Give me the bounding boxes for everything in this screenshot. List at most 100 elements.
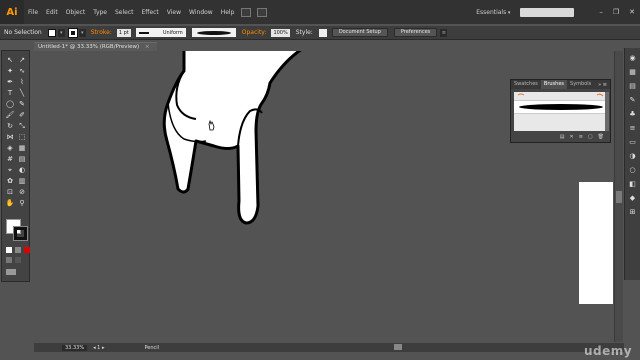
current-tool-status[interactable]: Pencil (144, 345, 159, 351)
magic-wand-tool-icon[interactable]: ✦ (5, 67, 15, 76)
blob-brush-tool-icon[interactable]: ✐ (17, 111, 27, 120)
fill-dropdown-icon[interactable]: ▾ (57, 28, 65, 37)
stroke-swatch[interactable] (67, 27, 78, 38)
transparency-panel-icon[interactable]: ◑ (628, 152, 638, 160)
graphic-styles-icon[interactable]: ◧ (628, 180, 638, 188)
menu-file[interactable]: File (24, 9, 42, 16)
fill-stroke-widget[interactable] (6, 219, 28, 241)
preferences-button[interactable]: Preferences (393, 28, 438, 37)
menu-object[interactable]: Object (62, 9, 90, 16)
mesh-tool-icon[interactable]: # (5, 155, 15, 164)
opacity-label[interactable]: Opacity: (239, 29, 270, 36)
layers-panel-icon[interactable]: ◆ (628, 194, 638, 202)
list-item[interactable] (514, 92, 607, 100)
delete-brush-icon[interactable]: 🗑 (598, 134, 604, 140)
free-transform-tool-icon[interactable]: ⬚ (17, 133, 27, 142)
symbols-panel-icon[interactable]: ♣ (628, 110, 638, 118)
help-search-input[interactable] (520, 7, 575, 17)
remove-stroke-icon[interactable]: ✕ (570, 134, 574, 140)
workspace-switcher[interactable]: Essentials (476, 9, 510, 16)
menu-select[interactable]: Select (111, 9, 138, 16)
document-tab[interactable]: Untitled-1* @ 33.33% (RGB/Preview) × (34, 42, 158, 51)
vertical-scrollbar[interactable] (614, 51, 623, 342)
direct-selection-tool-icon[interactable]: ↗ (17, 56, 27, 65)
swatches-panel-icon[interactable]: ▤ (628, 82, 638, 90)
perspective-grid-tool-icon[interactable]: ▦ (17, 144, 27, 153)
close-icon[interactable]: ✕ (629, 8, 635, 16)
graphic-style-swatch[interactable] (318, 28, 327, 37)
brush-options-icon[interactable]: ≡ (579, 134, 583, 140)
stroke-panel-icon[interactable]: ≡ (628, 124, 638, 132)
brush-libraries-icon[interactable]: ▤ (560, 134, 565, 140)
scale-tool-icon[interactable]: ⤡ (17, 122, 27, 131)
panel-scrollbar[interactable] (605, 92, 609, 131)
opacity-field[interactable]: 100% (271, 28, 290, 37)
draw-normal-icon[interactable] (6, 257, 12, 263)
stroke-dropdown-icon[interactable]: ▾ (78, 28, 86, 37)
symbol-sprayer-tool-icon[interactable]: ✿ (5, 177, 15, 186)
type-tool-icon[interactable]: T (5, 89, 15, 98)
selection-tool-icon[interactable]: ↖ (5, 56, 15, 65)
new-brush-icon[interactable]: ▢ (588, 134, 593, 140)
menu-effect[interactable]: Effect (138, 9, 163, 16)
brush-definition[interactable] (191, 28, 236, 37)
shape-builder-tool-icon[interactable]: ◈ (5, 144, 15, 153)
brush-list[interactable] (514, 92, 607, 131)
color-mode-icon[interactable] (6, 247, 12, 253)
stroke-color-box[interactable] (13, 226, 28, 241)
menu-view[interactable]: View (163, 9, 185, 16)
menu-edit[interactable]: Edit (42, 9, 62, 16)
control-panel-menu-icon[interactable]: ≡ (440, 28, 448, 37)
zoom-tool-icon[interactable]: ⚲ (17, 199, 27, 208)
bridge-icon[interactable] (241, 7, 252, 17)
style-label: Style: (295, 29, 313, 36)
stroke-weight-field[interactable]: 1 pt (116, 28, 131, 37)
fill-swatch[interactable] (47, 28, 56, 37)
rotate-tool-icon[interactable]: ↻ (5, 122, 15, 131)
gradient-panel-icon[interactable]: ▭ (628, 138, 638, 146)
tab-swatches[interactable]: Swatches (511, 80, 541, 89)
menu-window[interactable]: Window (185, 9, 217, 16)
horizontal-scroll-thumb[interactable] (394, 344, 402, 350)
close-document-icon[interactable]: × (145, 44, 150, 50)
lasso-tool-icon[interactable]: ∿ (17, 67, 27, 76)
color-panel-icon[interactable]: ◉ (628, 54, 638, 62)
restore-icon[interactable]: ❐ (613, 8, 619, 16)
artboards-panel-icon[interactable]: ⊞ (628, 208, 638, 216)
width-tool-icon[interactable]: ⋈ (5, 133, 15, 142)
hand-tool-icon[interactable]: ✋ (5, 199, 15, 208)
blend-tool-icon[interactable]: ◐ (17, 166, 27, 175)
curvature-tool-icon[interactable]: ⌇ (17, 78, 27, 87)
stroke-label[interactable]: Stroke: (88, 29, 115, 36)
panel-menu-icon[interactable]: » ≡ (598, 82, 610, 88)
pen-tool-icon[interactable]: ✒ (5, 78, 15, 87)
slice-tool-icon[interactable]: ⊘ (17, 188, 27, 197)
color-guide-icon[interactable]: ▦ (628, 68, 638, 76)
artboard-nav-icon[interactable]: ◂ 1 ▸ (93, 345, 104, 351)
gradient-mode-icon[interactable] (15, 247, 21, 253)
variable-width-profile[interactable]: Uniform (135, 28, 186, 37)
artboard-tool-icon[interactable]: ⊡ (5, 188, 15, 197)
list-item[interactable] (514, 100, 607, 114)
column-graph-tool-icon[interactable]: ▥ (17, 177, 27, 186)
arrange-documents-icon[interactable] (257, 7, 268, 17)
gradient-tool-icon[interactable]: ▤ (17, 155, 27, 164)
appearance-panel-icon[interactable]: ○ (628, 166, 638, 174)
line-tool-icon[interactable]: ╲ (17, 89, 27, 98)
brushes-panel-icon[interactable]: ✎ (628, 96, 638, 104)
screen-mode-icon[interactable] (6, 269, 16, 275)
paintbrush-tool-icon[interactable]: 🖌 (5, 111, 15, 120)
zoom-level[interactable]: 33.33% (62, 344, 88, 351)
minimize-icon[interactable]: – (599, 8, 603, 16)
document-setup-button[interactable]: Document Setup (331, 28, 388, 37)
eyedropper-tool-icon[interactable]: ⌖ (5, 166, 15, 175)
scroll-thumb[interactable] (616, 191, 622, 203)
ellipse-tool-icon[interactable]: ◯ (5, 100, 15, 109)
menu-help[interactable]: Help (217, 9, 239, 16)
tab-brushes[interactable]: Brushes (540, 80, 568, 89)
tab-symbols[interactable]: Symbols (567, 80, 594, 89)
menu-type[interactable]: Type (89, 9, 111, 16)
pencil-tool-icon[interactable]: ✎ (17, 100, 27, 109)
draw-behind-icon[interactable] (15, 257, 21, 263)
none-mode-icon[interactable] (24, 247, 30, 253)
